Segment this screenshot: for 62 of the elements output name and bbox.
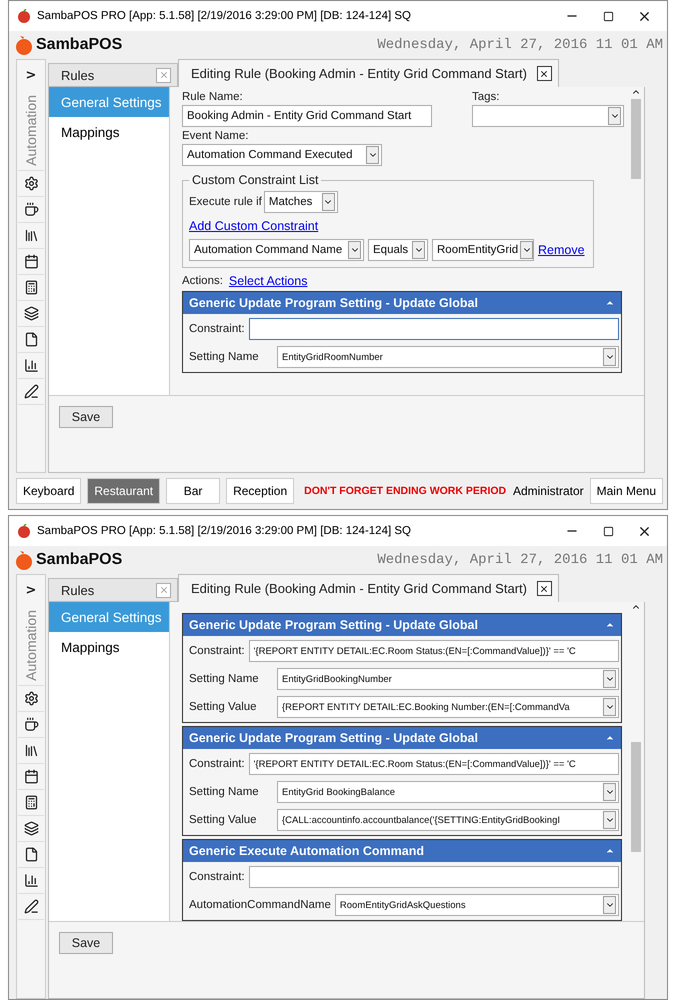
event-dropdown[interactable]: Automation Command Executed — [182, 144, 382, 166]
warning-text: DON'T FORGET ENDING WORK PERIOD — [304, 485, 506, 497]
text-field[interactable]: '{REPORT ENTITY DETAIL:EC.Room Status:(EN=[:CommandValue])}' == 'C — [248, 640, 619, 662]
field-label: Constraint: — [189, 758, 245, 770]
expand-toggle[interactable]: > — [26, 60, 36, 89]
field-label: Setting Value — [189, 701, 258, 713]
action-header[interactable]: Generic Update Program Setting - Update Global — [183, 292, 621, 314]
add-constraint-link[interactable]: Add Custom Constraint — [189, 219, 318, 233]
group-title: Custom Constraint List — [191, 173, 320, 187]
section-label: Automation — [23, 609, 39, 683]
field-label: Setting Name — [189, 351, 260, 363]
tab[interactable]: Rules — [48, 63, 178, 87]
select-actions-link[interactable]: Select Actions — [228, 274, 308, 288]
field-label: Constraint: — [189, 645, 245, 657]
setting-dropdown[interactable]: EntityGrid BookingBalance — [277, 781, 619, 803]
field-label: Event Name: — [182, 130, 250, 142]
match-dropdown[interactable]: Matches — [264, 191, 338, 213]
user-name: Administrator — [512, 484, 584, 498]
action-header[interactable]: Generic Update Program Setting - Update Global — [183, 614, 621, 636]
setting-dropdown[interactable]: EntityGridBookingNumber — [277, 668, 619, 690]
window-title: SambaPOS PRO [App: 5.1.58] [2/19/2016 3:29:00 PM] [DB: 124-124] SQ — [37, 10, 412, 22]
window-title: SambaPOS PRO [App: 5.1.58] [2/19/2016 3:29:00 PM] [DB: 124-124] SQ — [37, 525, 412, 537]
action-header[interactable]: Generic Execute Automation Command — [183, 840, 621, 862]
constraint-value-dropdown[interactable]: RoomEntityGrid — [432, 239, 534, 261]
department-button[interactable]: Bar — [166, 478, 220, 504]
section-label: Automation — [23, 94, 39, 168]
clock: Wednesday, April 27, 2016 11 01 AM — [377, 552, 663, 568]
action-header[interactable]: Generic Update Program Setting - Update Global — [183, 727, 621, 749]
text-field[interactable]: '{REPORT ENTITY DETAIL:EC.Room Status:(EN=[:CommandValue])}' == 'C — [248, 753, 619, 775]
setting-dropdown[interactable]: {REPORT ENTITY DETAIL:EC.Booking Number:(EN=[:CommandVa — [277, 696, 619, 718]
setting-dropdown[interactable]: EntityGridRoomNumber — [277, 346, 619, 368]
save-button[interactable]: Save — [59, 932, 113, 954]
field-label: Setting Name — [189, 786, 260, 798]
setting-dropdown[interactable]: {CALL:accountinfo.accountbalance('{SETTING:EntityGridBookingI — [277, 809, 619, 831]
operator-dropdown[interactable]: Equals — [368, 239, 428, 261]
field-label: Rule Name: — [182, 91, 244, 103]
rule-name-field[interactable]: Booking Admin - Entity Grid Command Start — [182, 105, 432, 127]
field-label: Constraint: — [189, 871, 245, 883]
field-label: Actions: — [182, 275, 223, 287]
field-label: Setting Name — [189, 673, 260, 685]
remove-link[interactable]: Remove — [538, 243, 585, 257]
field-label: Constraint: — [189, 323, 245, 335]
field-label: Setting Value — [189, 814, 258, 826]
field-label: AutomationCommandName — [189, 899, 331, 911]
clock: Wednesday, April 27, 2016 11 01 AM — [377, 37, 663, 53]
brand-name: SambaPOS — [36, 36, 122, 54]
field-label: Execute rule if — [189, 196, 262, 208]
tab[interactable]: Rules — [48, 578, 178, 602]
save-button[interactable]: Save — [59, 406, 113, 428]
nav-item[interactable]: Mappings — [49, 117, 169, 147]
department-button[interactable]: Reception — [226, 478, 294, 504]
tab[interactable]: Editing Rule (Booking Admin - Entity Grid Command Start) — [178, 59, 559, 87]
main-menu-button[interactable]: Main Menu — [590, 478, 663, 504]
department-button[interactable]: Restaurant — [87, 478, 160, 504]
nav-item[interactable]: Mappings — [49, 632, 169, 662]
setting-dropdown[interactable]: RoomEntityGridAskQuestions — [334, 894, 619, 916]
department-button[interactable]: Keyboard — [16, 478, 82, 504]
constraint-name-dropdown[interactable]: Automation Command Name — [189, 239, 364, 261]
brand-name: SambaPOS — [36, 551, 122, 569]
field-label: Tags: — [472, 91, 500, 103]
expand-toggle[interactable]: > — [26, 575, 36, 604]
tab[interactable]: Editing Rule (Booking Admin - Entity Grid Command Start) — [178, 574, 559, 602]
